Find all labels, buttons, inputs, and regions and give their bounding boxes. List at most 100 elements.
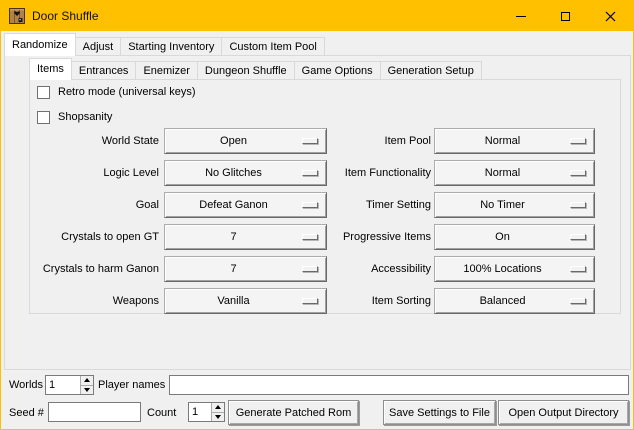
crystals-harm-ganon-label: Crystals to harm Ganon bbox=[31, 256, 159, 282]
menu-indicator-icon bbox=[302, 202, 318, 208]
count-spinner-arrows bbox=[211, 403, 224, 421]
tab-adjust[interactable]: Adjust bbox=[75, 37, 122, 56]
window-controls bbox=[498, 1, 633, 31]
item-pool-label: Item Pool bbox=[323, 128, 431, 154]
weapons-label: Weapons bbox=[31, 288, 159, 314]
spin-up-icon bbox=[215, 405, 221, 409]
worlds-label: Worlds bbox=[9, 375, 43, 395]
spin-down-button[interactable] bbox=[81, 385, 93, 395]
close-icon bbox=[605, 11, 616, 22]
tab-enemizer[interactable]: Enemizer bbox=[135, 61, 197, 80]
tab-randomize[interactable]: Randomize bbox=[4, 33, 76, 56]
dropdown-value: 7 bbox=[165, 231, 302, 243]
dropdown-value: Normal bbox=[435, 135, 570, 147]
item-functionality-label: Item Functionality bbox=[323, 160, 431, 186]
worlds-value: 1 bbox=[46, 376, 80, 394]
spin-up-button[interactable] bbox=[212, 403, 224, 412]
tab-entrances[interactable]: Entrances bbox=[71, 61, 137, 80]
shopsanity-checkbox[interactable] bbox=[37, 111, 50, 124]
menu-indicator-icon bbox=[570, 234, 586, 240]
maximize-button[interactable] bbox=[543, 1, 588, 31]
goal-label: Goal bbox=[31, 192, 159, 218]
menu-indicator-icon bbox=[302, 234, 318, 240]
timer-setting-dropdown[interactable]: No Timer bbox=[434, 192, 595, 218]
world-state-label: World State bbox=[31, 128, 159, 154]
door-icon bbox=[9, 8, 25, 24]
main-tab-bar: Randomize Adjust Starting Inventory Cust… bbox=[4, 33, 325, 56]
maximize-icon bbox=[561, 12, 570, 21]
logic-level-label: Logic Level bbox=[31, 160, 159, 186]
seed-label: Seed # bbox=[9, 403, 44, 423]
worlds-spinner[interactable]: 1 bbox=[45, 375, 94, 395]
count-spinner[interactable]: 1 bbox=[188, 402, 225, 422]
goal-dropdown[interactable]: Defeat Ganon bbox=[164, 192, 327, 218]
spin-down-button[interactable] bbox=[212, 412, 224, 422]
dropdown-value: On bbox=[435, 231, 570, 243]
menu-indicator-icon bbox=[302, 170, 318, 176]
menu-indicator-icon bbox=[302, 266, 318, 272]
menu-indicator-icon bbox=[302, 298, 318, 304]
tab-dungeon-shuffle[interactable]: Dungeon Shuffle bbox=[197, 61, 295, 80]
menu-indicator-icon bbox=[570, 298, 586, 304]
menu-indicator-icon bbox=[570, 202, 586, 208]
tab-items[interactable]: Items bbox=[29, 58, 72, 80]
crystals-open-gt-dropdown[interactable]: 7 bbox=[164, 224, 327, 250]
accessibility-label: Accessibility bbox=[323, 256, 431, 282]
accessibility-dropdown[interactable]: 100% Locations bbox=[434, 256, 595, 282]
dropdown-value: Defeat Ganon bbox=[165, 199, 302, 211]
window-title: Door Shuffle bbox=[32, 9, 99, 23]
tab-game-options[interactable]: Game Options bbox=[294, 61, 381, 80]
dropdown-value: 100% Locations bbox=[435, 263, 570, 275]
menu-indicator-icon bbox=[570, 266, 586, 272]
retro-mode-label: Retro mode (universal keys) bbox=[58, 86, 196, 98]
weapons-dropdown[interactable]: Vanilla bbox=[164, 288, 327, 314]
progressive-items-dropdown[interactable]: On bbox=[434, 224, 595, 250]
retro-mode-row: Retro mode (universal keys) bbox=[37, 84, 196, 100]
titlebar: Door Shuffle bbox=[1, 1, 633, 31]
spin-down-icon bbox=[215, 415, 221, 419]
tab-generation-setup[interactable]: Generation Setup bbox=[380, 61, 482, 80]
spin-up-button[interactable] bbox=[81, 376, 93, 385]
world-state-dropdown[interactable]: Open bbox=[164, 128, 327, 154]
worlds-spinner-arrows bbox=[80, 376, 93, 394]
generate-patched-rom-button[interactable]: Generate Patched Rom bbox=[228, 400, 359, 425]
spin-up-icon bbox=[84, 378, 90, 382]
door-shuffle-window: Door Shuffle Randomize Adjust Starting I… bbox=[0, 0, 634, 430]
menu-indicator-icon bbox=[302, 138, 318, 144]
menu-indicator-icon bbox=[570, 138, 586, 144]
dropdown-value: Vanilla bbox=[165, 295, 302, 307]
progressive-items-label: Progressive Items bbox=[323, 224, 431, 250]
sub-tab-bar: Items Entrances Enemizer Dungeon Shuffle… bbox=[29, 58, 482, 80]
item-sorting-dropdown[interactable]: Balanced bbox=[434, 288, 595, 314]
crystals-harm-ganon-dropdown[interactable]: 7 bbox=[164, 256, 327, 282]
tab-custom-item-pool[interactable]: Custom Item Pool bbox=[221, 37, 324, 56]
spin-down-icon bbox=[84, 388, 90, 392]
retro-mode-checkbox[interactable] bbox=[37, 86, 50, 99]
timer-setting-label: Timer Setting bbox=[323, 192, 431, 218]
minimize-button[interactable] bbox=[498, 1, 543, 31]
open-output-directory-button[interactable]: Open Output Directory bbox=[498, 400, 629, 425]
shopsanity-label: Shopsanity bbox=[58, 111, 112, 123]
menu-indicator-icon bbox=[570, 170, 586, 176]
save-settings-button[interactable]: Save Settings to File bbox=[383, 400, 496, 425]
dropdown-value: 7 bbox=[165, 263, 302, 275]
dropdown-value: No Glitches bbox=[165, 167, 302, 179]
dropdown-value: Open bbox=[165, 135, 302, 147]
dropdown-value: Normal bbox=[435, 167, 570, 179]
crystals-open-gt-label: Crystals to open GT bbox=[31, 224, 159, 250]
close-button[interactable] bbox=[588, 1, 633, 31]
dropdown-value: Balanced bbox=[435, 295, 570, 307]
minimize-icon bbox=[516, 16, 526, 17]
tab-starting-inventory[interactable]: Starting Inventory bbox=[120, 37, 222, 56]
logic-level-dropdown[interactable]: No Glitches bbox=[164, 160, 327, 186]
item-sorting-label: Item Sorting bbox=[323, 288, 431, 314]
count-value: 1 bbox=[189, 403, 211, 421]
dropdown-value: No Timer bbox=[435, 199, 570, 211]
player-names-input[interactable] bbox=[169, 375, 629, 395]
player-names-label: Player names bbox=[98, 375, 165, 395]
item-pool-dropdown[interactable]: Normal bbox=[434, 128, 595, 154]
shopsanity-row: Shopsanity bbox=[37, 109, 112, 125]
item-functionality-dropdown[interactable]: Normal bbox=[434, 160, 595, 186]
seed-input[interactable] bbox=[48, 402, 141, 422]
count-label: Count bbox=[147, 403, 176, 423]
